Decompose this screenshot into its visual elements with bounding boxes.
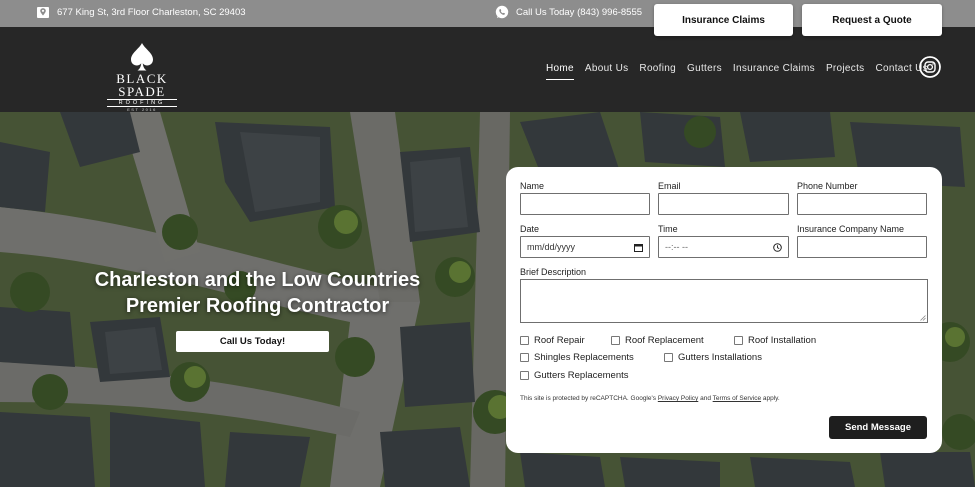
recaptcha-text: This site is protected by reCAPTCHA. Goo…: [520, 395, 656, 402]
logo[interactable]: BLACK SPADE ROOFING EST 2016: [95, 42, 189, 113]
nav-item-gutters[interactable]: Gutters: [687, 63, 722, 74]
checkbox-box[interactable]: [611, 336, 620, 345]
email-label: Email: [658, 181, 681, 191]
nav-item-roofing[interactable]: Roofing: [639, 63, 676, 74]
instagram-icon[interactable]: [919, 56, 941, 78]
site-header: BLACK SPADE ROOFING EST 2016 Home About …: [0, 27, 975, 112]
nav-item-projects[interactable]: Projects: [826, 63, 865, 74]
request-quote-button[interactable]: Request a Quote: [802, 4, 942, 36]
checkbox-gutters-replacements[interactable]: Gutters Replacements: [520, 370, 629, 381]
time-placeholder: --:-- --: [665, 242, 688, 252]
phone-label: Phone Number: [797, 181, 858, 191]
send-message-button[interactable]: Send Message: [829, 416, 927, 439]
phone-input[interactable]: [797, 193, 927, 215]
checkbox-label: Roof Repair: [534, 335, 585, 346]
checkbox-label: Gutters Installations: [678, 352, 762, 363]
checkbox-gutters-installations[interactable]: Gutters Installations: [664, 352, 762, 363]
checkbox-box[interactable]: [520, 336, 529, 345]
description-label: Brief Description: [520, 267, 587, 277]
time-input[interactable]: --:-- --: [658, 236, 789, 258]
checkbox-box[interactable]: [664, 353, 673, 362]
resize-handle-icon[interactable]: [920, 315, 926, 321]
checkbox-label: Roof Installation: [748, 335, 817, 346]
address-text: 677 King St, 3rd Floor Charleston, SC 29…: [57, 6, 246, 18]
address-block: 677 King St, 3rd Floor Charleston, SC 29…: [36, 5, 246, 19]
nav-item-insurance-claims[interactable]: Insurance Claims: [733, 63, 815, 74]
logo-subtitle: ROOFING: [107, 99, 177, 107]
checkbox-roof-replacement[interactable]: Roof Replacement: [611, 335, 704, 346]
date-input[interactable]: mm/dd/yyyy: [520, 236, 650, 258]
terms-of-service-link[interactable]: Terms of Service: [713, 395, 761, 402]
date-label: Date: [520, 224, 540, 234]
checkbox-label: Roof Replacement: [625, 335, 704, 346]
hero-headline-line-1: Charleston and the Low Countries: [94, 269, 421, 291]
checkbox-box[interactable]: [520, 353, 529, 362]
insurance-company-label: Insurance Company Name: [797, 224, 905, 234]
map-icon: [37, 7, 49, 18]
contact-form: Name Email Phone Number Date mm/dd/yyyy …: [506, 167, 942, 453]
checkbox-roof-installation[interactable]: Roof Installation: [734, 335, 816, 346]
name-input[interactable]: [520, 193, 650, 215]
date-placeholder: mm/dd/yyyy: [527, 242, 576, 252]
checkbox-box[interactable]: [520, 371, 529, 380]
phone-text[interactable]: Call Us Today (843) 996-8555: [516, 7, 642, 18]
main-nav: Home About Us Roofing Gutters Insurance …: [546, 63, 939, 80]
time-label: Time: [658, 224, 678, 234]
recaptcha-and: and: [700, 395, 711, 402]
insurance-claims-button[interactable]: Insurance Claims: [654, 4, 793, 36]
name-label: Name: [520, 181, 545, 191]
spade-icon: [131, 43, 153, 71]
checkbox-label: Shingles Replacements: [534, 352, 634, 363]
nav-item-about-us[interactable]: About Us: [585, 63, 629, 74]
logo-brand: BLACK SPADE: [116, 71, 168, 99]
call-us-button[interactable]: Call Us Today!: [176, 331, 329, 352]
hero-section: Charleston and the Low Countries Premier…: [0, 112, 975, 487]
recaptcha-notice: This site is protected by reCAPTCHA. Goo…: [520, 395, 780, 402]
checkbox-roof-repair[interactable]: Roof Repair: [520, 335, 585, 346]
clock-icon[interactable]: [773, 242, 782, 252]
insurance-company-input[interactable]: [797, 236, 927, 258]
checkbox-shingles-replacements[interactable]: Shingles Replacements: [520, 352, 634, 363]
phone-block[interactable]: Call Us Today (843) 996-8555: [495, 5, 642, 19]
email-input[interactable]: [658, 193, 789, 215]
description-textarea[interactable]: [520, 279, 928, 323]
recaptcha-apply: apply.: [762, 395, 780, 402]
calendar-icon[interactable]: [634, 243, 643, 252]
hero-headline: Charleston and the Low Countries Premier…: [45, 267, 470, 319]
nav-item-home[interactable]: Home: [546, 63, 574, 80]
privacy-policy-link[interactable]: Privacy Policy: [658, 395, 698, 402]
hero-headline-line-2: Premier Roofing Contractor: [125, 295, 390, 317]
whatsapp-icon: [495, 5, 509, 19]
checkbox-label: Gutters Replacements: [534, 370, 629, 381]
checkbox-box[interactable]: [734, 336, 743, 345]
